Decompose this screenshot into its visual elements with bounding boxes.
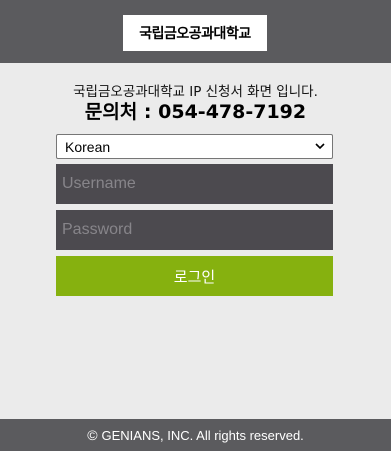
- chevron-down-icon: [315, 143, 325, 150]
- username-placeholder: Username: [62, 175, 136, 192]
- login-button-label: 로그인: [173, 267, 216, 286]
- page-footer: © GENIANS, INC. All rights reserved.: [0, 419, 391, 451]
- copyright-icon: ©: [87, 427, 98, 443]
- password-placeholder: Password: [62, 221, 133, 238]
- contact-phone: 문의처 : 054-478-7192: [84, 101, 307, 123]
- login-button[interactable]: 로그인: [56, 256, 333, 296]
- copyright-text: GENIANS, INC. All rights reserved.: [101, 427, 304, 443]
- logo-text: 국립금오공과대학교: [139, 26, 251, 42]
- password-input[interactable]: Password: [56, 210, 333, 250]
- username-input[interactable]: Username: [56, 164, 333, 204]
- university-logo: 국립금오공과대학교: [123, 15, 267, 51]
- language-selected-value: Korean: [65, 138, 111, 155]
- page-header: 국립금오공과대학교: [0, 0, 391, 63]
- language-select[interactable]: Korean: [56, 134, 333, 159]
